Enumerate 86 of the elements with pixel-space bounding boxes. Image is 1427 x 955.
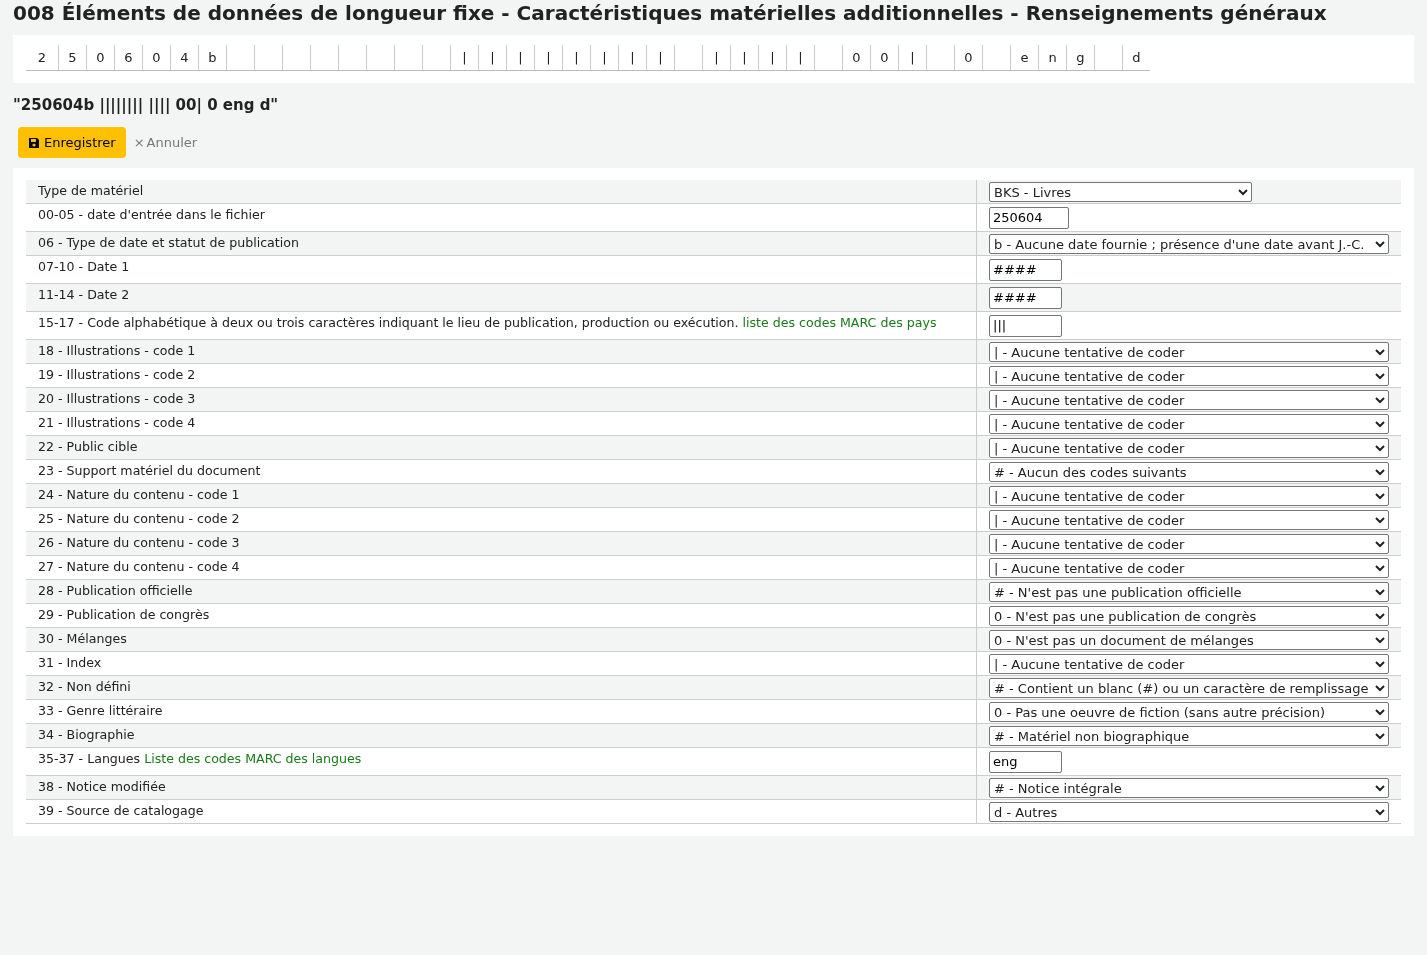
position-cell: | — [590, 45, 618, 70]
input-field[interactable]: eng — [989, 751, 1062, 773]
dropdown[interactable]: # - Matériel non biographique — [989, 726, 1389, 746]
field-label: 26 - Nature du contenu - code 3 — [38, 535, 240, 550]
dropdown[interactable]: 0 - Pas une oeuvre de fiction (sans autre précision) — [989, 702, 1389, 722]
field-value-summary: "250604b |||||||| |||| 00| 0 eng d" — [13, 96, 280, 114]
field-label: Type de matériel — [38, 183, 144, 198]
field-label: 32 - Non défini — [38, 679, 131, 694]
position-cell: d — [1122, 45, 1150, 70]
position-cell: 5 — [58, 45, 86, 70]
field-label: 18 - Illustrations - code 1 — [38, 343, 196, 358]
dropdown[interactable]: | - Aucune tentative de coder — [989, 414, 1389, 434]
field-label: 24 - Nature du contenu - code 1 — [38, 487, 240, 502]
dropdown[interactable]: BKS - Livres — [989, 182, 1252, 202]
dropdown[interactable]: 0 - N'est pas un document de mélanges — [989, 630, 1389, 650]
position-cell: 0 — [142, 45, 170, 70]
position-cell: | — [646, 45, 674, 70]
dropdown[interactable]: 0 - N'est pas une publication de congrès — [989, 606, 1389, 626]
position-cell: e — [1010, 45, 1038, 70]
save-button[interactable]: Enregistrer — [18, 127, 126, 158]
dropdown[interactable]: | - Aucune tentative de coder — [989, 534, 1389, 554]
field-label: 39 - Source de catalogage — [38, 803, 204, 818]
position-cell: 6 — [114, 45, 142, 70]
input-field[interactable]: #### — [989, 287, 1062, 309]
position-cell: | — [898, 45, 926, 70]
position-cell: g — [1066, 45, 1094, 70]
position-cell: | — [702, 45, 730, 70]
codes-link[interactable]: liste des codes MARC des pays — [742, 315, 937, 330]
dropdown[interactable]: | - Aucune tentative de coder — [989, 486, 1389, 506]
position-cell: | — [786, 45, 814, 70]
position-cell: | — [506, 45, 534, 70]
field-label: 27 - Nature du contenu - code 4 — [38, 559, 240, 574]
position-cell: 0 — [842, 45, 870, 70]
field-label: 30 - Mélanges — [38, 631, 127, 646]
save-icon — [28, 136, 40, 149]
field-label: 07-10 - Date 1 — [38, 259, 130, 274]
field-label: 38 - Notice modifiée — [38, 779, 166, 794]
field-label: 29 - Publication de congrès — [38, 607, 210, 622]
field-label: 06 - Type de date et statut de publication — [38, 235, 299, 250]
dropdown[interactable]: | - Aucune tentative de coder — [989, 390, 1389, 410]
position-cell: 0 — [870, 45, 898, 70]
field-label: 00-05 - date d'entrée dans le fichier — [38, 207, 265, 222]
field-label: 15-17 - Code alphabétique à deux ou trois caractères indiquant le lieu de publication, production ou exécution. — [38, 315, 739, 330]
page-title: 008 Éléments de données de longueur fixe - Caractéristiques matérielles additionnelles - Renseignements généraux — [13, 0, 1328, 25]
position-cell: 0 — [86, 45, 114, 70]
position-cell: | — [562, 45, 590, 70]
position-cell: n — [1038, 45, 1066, 70]
dropdown[interactable]: | - Aucune tentative de coder — [989, 438, 1389, 458]
field-label: 11-14 - Date 2 — [38, 287, 130, 302]
field-label: 19 - Illustrations - code 2 — [38, 367, 196, 382]
input-field[interactable]: 250604 — [989, 207, 1069, 229]
position-cell-text: 2 — [36, 49, 48, 67]
dropdown[interactable]: # - Aucun des codes suivants — [989, 462, 1389, 482]
dropdown[interactable]: | - Aucune tentative de coder — [989, 654, 1389, 674]
position-cell: 0 — [954, 45, 982, 70]
position-cell: 4 — [170, 45, 198, 70]
position-cell: | — [730, 45, 758, 70]
codes-link[interactable]: Liste des codes MARC des langues — [144, 751, 362, 766]
dropdown[interactable]: | - Aucune tentative de coder — [989, 558, 1389, 578]
position-cell: | — [534, 45, 562, 70]
field-label: 25 - Nature du contenu - code 2 — [38, 511, 240, 526]
position-cell: | — [478, 45, 506, 70]
field-label: 35-37 - Langues — [38, 751, 141, 766]
field-label: 31 - Index — [38, 655, 102, 670]
dropdown[interactable]: b - Aucune date fournie ; présence d'une date avant J.-C. — [989, 234, 1389, 254]
position-cell: | — [758, 45, 786, 70]
dropdown[interactable]: | - Aucune tentative de coder — [989, 366, 1389, 386]
position-cell: | — [450, 45, 478, 70]
field-label: 23 - Support matériel du document — [38, 463, 261, 478]
input-field[interactable]: #### — [989, 259, 1062, 281]
field-label: 34 - Biographie — [38, 727, 135, 742]
dropdown[interactable]: d - Autres — [989, 802, 1389, 822]
cancel-link[interactable]: ×Annuler — [133, 135, 198, 150]
dropdown[interactable]: | - Aucune tentative de coder — [989, 510, 1389, 530]
dropdown[interactable]: # - Contient un blanc (#) ou un caractère de remplissage — [989, 678, 1389, 698]
dropdown[interactable]: # - Notice intégrale — [989, 778, 1389, 798]
field-label: 21 - Illustrations - code 4 — [38, 415, 196, 430]
input-field[interactable]: ||| — [989, 315, 1062, 337]
field-label: 20 - Illustrations - code 3 — [38, 391, 196, 406]
field-label: 33 - Genre littéraire — [38, 703, 163, 718]
position-cell: b — [198, 45, 226, 70]
field-label: 28 - Publication officielle — [38, 583, 193, 598]
field-label: 22 - Public cible — [38, 439, 138, 454]
dropdown[interactable]: # - N'est pas une publication officielle — [989, 582, 1389, 602]
dropdown[interactable]: | - Aucune tentative de coder — [989, 342, 1389, 362]
position-cell: | — [618, 45, 646, 70]
